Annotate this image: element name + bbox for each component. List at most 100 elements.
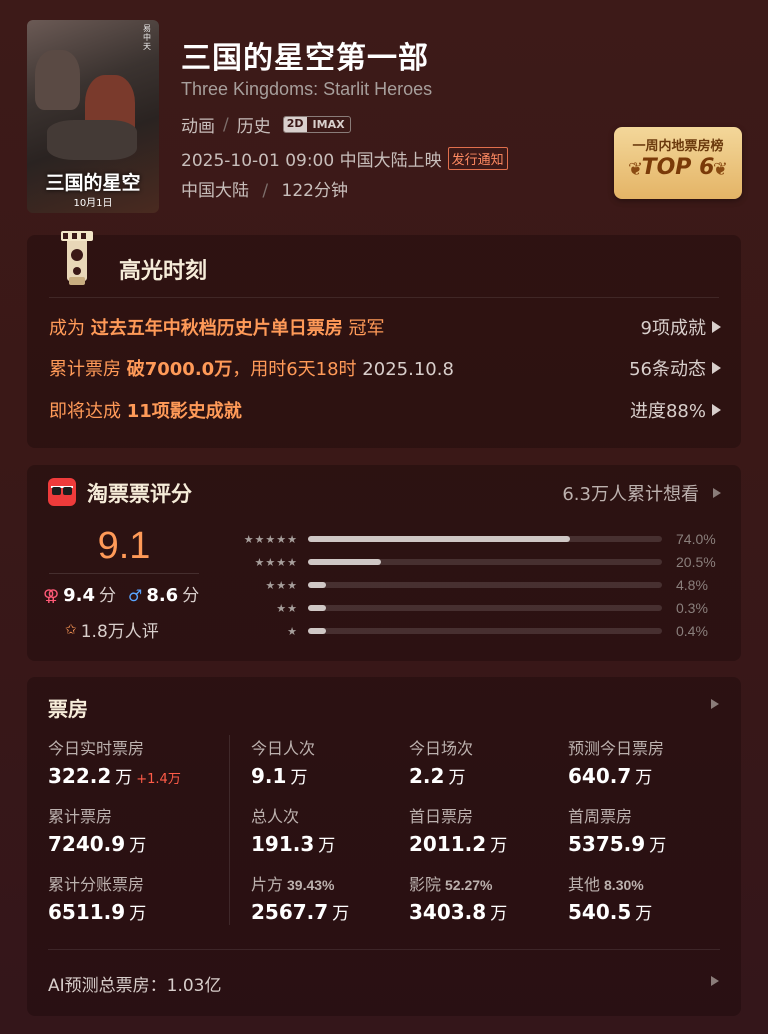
stat-value-row: 322.2 万 +1.4万 [48,763,181,788]
highlight-emphasis: 过去五年中秋档历史片单日票房 [90,318,343,339]
highlight-row[interactable]: 即将达成 11项影史成就 进度88% [49,397,721,423]
stat-unit: 万 [115,768,133,788]
highlight-row[interactable]: 累计票房 破7000.0万，用时6天18时 2025.10.8 56条动态 [49,355,721,381]
chevron-right-icon [713,488,721,498]
rating-bar-track [308,605,662,611]
highlight-link[interactable]: 进度88% [630,397,721,423]
box-office-stat: 今日实时票房 322.2 万 +1.4万 [48,735,181,788]
stat-value-row: 640.7 万 [568,763,664,788]
star-level-label: ★★★★★ [243,532,298,546]
movie-poster[interactable]: 易中天 三国的星空 10月1日 [27,20,159,213]
chevron-right-icon[interactable] [711,699,719,709]
rating-distribution-row: ★★ 0.3% [222,598,708,618]
highlight-link[interactable]: 9项成就 [641,314,721,340]
box-office-stat: 首周票房 5375.9 万 [568,803,666,856]
box-office-stat: 影院 52.27% 3403.8 万 [409,871,507,924]
box-office-stat: 片方 39.43% 2567.7 万 [251,871,349,924]
box-office-stat: 其他 8.30% 540.5 万 [568,871,652,924]
stat-share: 39.43% [287,877,335,893]
highlight-post: 冠军 [348,318,385,339]
stat-value: 640.7 [568,764,632,788]
divider [229,735,230,925]
logo-eye [63,487,72,495]
star-outline-icon: ✩ [65,621,77,638]
chevron-right-icon [712,362,721,374]
region: 中国大陆 [181,181,249,201]
stat-label: 今日实时票房 [48,739,145,758]
poster-figure [35,50,80,110]
star-level-label: ★ [287,624,298,638]
highlight-post: ，用时6天18时 [232,359,357,380]
poster-date: 10月1日 [73,198,113,209]
stat-label: 今日人次 [251,739,316,758]
rating-percent: 0.4% [676,623,708,639]
stat-share: 8.30% [604,877,644,893]
rating-card: 淘票票评分 6.3万人累计想看 9.1 ⚢ 9.4 分 ♂ 8.6 分 ✩ 1.… [27,465,741,661]
chevron-right-icon[interactable] [711,976,719,986]
stat-unit: 万 [635,768,653,788]
box-office-stat: 累计票房 7240.9 万 [48,803,146,856]
release-notice-tag[interactable]: 发行通知 [447,147,508,170]
stat-label: 总人次 [251,807,300,826]
stat-unit: 万 [649,836,667,856]
rating-bar-track [308,559,662,565]
rating-bar-fill [308,582,326,588]
genre-tag: 动画 [181,117,215,137]
stat-label-row: 预测今日票房 [568,735,664,759]
highlight-pre: 累计票房 [49,359,121,380]
score-unit: 分 [98,586,116,606]
stat-unit: 万 [129,836,147,856]
stat-value-row: 5375.9 万 [568,831,666,856]
highlight-text: 即将达成 11项影史成就 [49,397,242,423]
female-score: 9.4 [63,585,95,606]
highlight-link[interactable]: 56条动态 [629,355,721,381]
box-office-stat: 总人次 191.3 万 [251,803,335,856]
rating-bar-fill [308,559,381,565]
highlight-text: 累计票房 破7000.0万，用时6天18时 2025.10.8 [49,355,454,381]
stat-value: 2567.7 [251,900,329,924]
stat-share: 52.27% [445,877,493,893]
rating-count: ✩ 1.8万人评 [65,617,159,643]
stat-label-row: 首日票房 [409,803,507,827]
stat-value-row: 2.2 万 [409,763,473,788]
rating-percent: 0.3% [676,600,708,616]
separator: / [223,114,229,135]
highlight-pre: 即将达成 [49,401,121,422]
genre-tag: 历史 [236,117,271,137]
star-level-label: ★★★★ [254,555,298,569]
stat-value: 3403.8 [409,900,487,924]
stat-value: 9.1 [251,764,287,788]
rating-percent: 20.5% [676,554,716,570]
format-imax: IMAX [312,118,345,131]
box-office-stat: 今日人次 9.1 万 [251,735,315,788]
ai-forecast[interactable]: AI预测总票房：1.03亿 [48,971,222,996]
stat-value: 5375.9 [568,832,646,856]
rating-distribution-row: ★★★★ 20.5% [222,552,716,572]
stat-label-row: 总人次 [251,803,335,827]
highlights-card: 高光时刻 成为 过去五年中秋档历史片单日票房 冠军 9项成就 累计票房 破700… [27,231,741,448]
rating-score: 9.1 [97,525,151,567]
weekly-rank-badge[interactable]: 一周内地票房榜 ❦ TOP 6 ❦ [614,127,742,199]
stat-label: 预测今日票房 [568,739,665,758]
stat-label: 首日票房 [409,807,474,826]
stat-value: 2.2 [409,764,445,788]
region-row: 中国大陆 / 122分钟 [181,176,348,201]
divider [49,297,719,298]
taopiaopiao-logo-icon [48,478,76,506]
laurel-right-icon: ❦ [712,159,728,180]
stat-label: 其他 [568,875,601,894]
highlight-row[interactable]: 成为 过去五年中秋档历史片单日票房 冠军 9项成就 [49,314,721,340]
stat-value: 322.2 [48,764,112,788]
rank-badge-label: 一周内地票房榜 [632,139,724,154]
box-office-stat: 今日场次 2.2 万 [409,735,473,788]
stat-value: 540.5 [568,900,632,924]
stat-label: 影院 [409,875,442,894]
rating-bar-track [308,582,662,588]
genre-row: 动画 / 历史 2D IMAX [181,112,351,137]
stat-label-row: 今日人次 [251,735,315,759]
rating-bar-fill [308,628,326,634]
stat-unit: 万 [490,904,508,924]
want-to-watch-link[interactable]: 6.3万人累计想看 [562,480,721,506]
rating-title: 淘票票评分 [87,482,192,506]
stat-label-row: 片方 39.43% [251,871,349,895]
